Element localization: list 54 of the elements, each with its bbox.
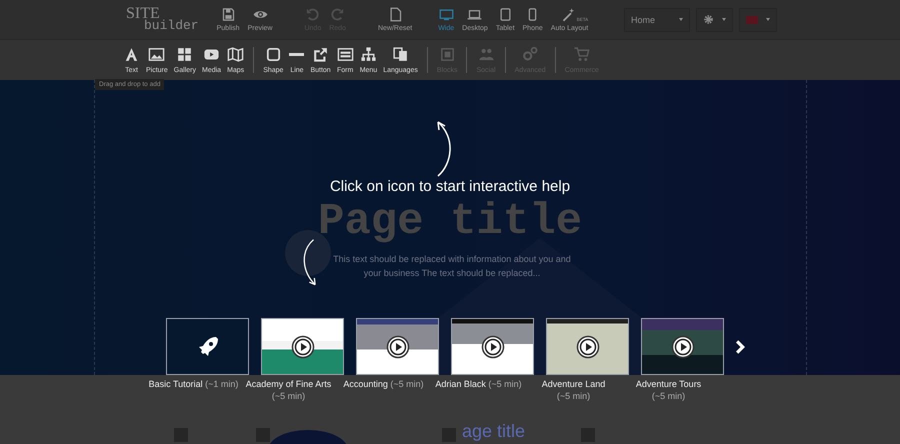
floppy-icon (220, 7, 236, 22)
grid-icon (176, 46, 194, 63)
page-title: Page title (316, 200, 584, 244)
tutorial-title: Adventure Tours (636, 378, 702, 390)
tablet-icon (498, 7, 513, 22)
tutorial-title: Adrian Black (435, 378, 486, 390)
flag-icon (746, 16, 758, 24)
tutorial-title: Academy of Fine Arts (246, 378, 332, 390)
page-title: age title (462, 421, 526, 441)
tutorial-duration: (~5 min) (272, 390, 306, 402)
monitor-icon (438, 7, 454, 22)
template-thumbnail[interactable] (261, 318, 344, 375)
document-icon (388, 7, 403, 22)
image-icon (148, 46, 166, 63)
blocks-icon (438, 46, 456, 63)
tutorial-duration: (~5 min) (488, 378, 522, 390)
play-icon (670, 334, 694, 358)
tutorial-title: Basic Tutorial (148, 378, 203, 390)
wand-icon (560, 7, 576, 22)
play-icon (386, 334, 410, 358)
tutorial-duration: (~1 min) (205, 378, 238, 390)
tutorial-duration: (~5 min) (652, 390, 686, 402)
translate-icon (392, 46, 410, 63)
play-icon (576, 334, 600, 358)
letter-icon (123, 46, 140, 63)
cart-icon (573, 46, 590, 63)
gears-icon (522, 46, 539, 63)
page-text: This text should be replaced with information about you and your business The text should be replaced... (332, 253, 572, 280)
move-handle[interactable] (256, 428, 270, 442)
users-icon (478, 46, 495, 63)
play-icon (290, 334, 314, 358)
settings-dropdown[interactable] (696, 8, 733, 32)
form-icon (336, 46, 354, 63)
tutorial-title: Accounting (343, 378, 388, 390)
undo-icon (305, 7, 320, 22)
share-icon (312, 46, 330, 63)
template-thumbnail[interactable] (641, 318, 724, 375)
play-icon (480, 334, 504, 358)
page-select[interactable]: Home (624, 8, 690, 32)
map-icon (227, 46, 244, 63)
sitemap-icon (360, 46, 377, 63)
site-logo: SITE builder (126, 8, 199, 32)
tutorial-duration: (~5 min) (390, 378, 424, 390)
laptop-icon (467, 7, 482, 22)
redo-icon (330, 7, 346, 22)
tutorial-title: Adventure Land (542, 378, 606, 390)
template-thumbnail[interactable] (451, 318, 534, 375)
template-thumbnail[interactable] (356, 318, 439, 375)
square-icon (264, 46, 282, 63)
tutorial-duration: (~5 min) (556, 390, 590, 402)
settings-icon (703, 14, 714, 25)
tutorial-card[interactable] (166, 318, 249, 375)
help-message: Click on icon to start interactive help (328, 178, 572, 196)
template-thumbnail[interactable] (546, 318, 629, 375)
